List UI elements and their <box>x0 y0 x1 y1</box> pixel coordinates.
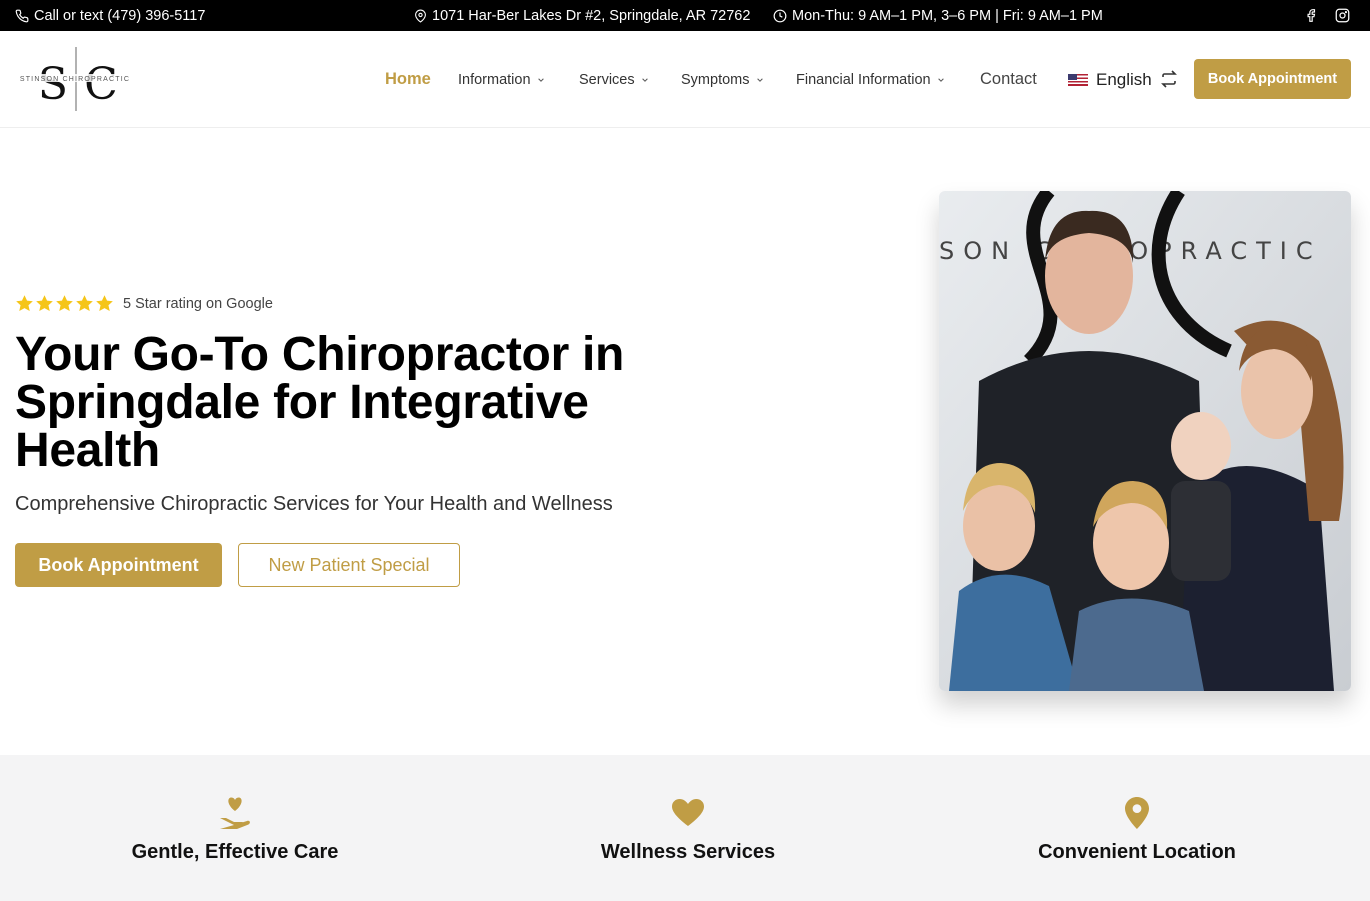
logo-letter-s: S <box>38 59 68 110</box>
feature-title: Gentle, Effective Care <box>131 841 339 863</box>
nav-services-label: Services <box>579 71 635 88</box>
star-rating <box>15 294 114 313</box>
nav-financial-information[interactable]: Financial Information <box>796 31 945 128</box>
feature-title: Convenient Location <box>1038 841 1236 863</box>
hero-subtitle: Comprehensive Chiropractic Services for … <box>15 493 613 515</box>
topbar-hours-text: Mon-Thu: 9 AM–1 PM, 3–6 PM | Fri: 9 AM–1… <box>792 7 1103 24</box>
hand-heart-icon <box>217 795 253 831</box>
topbar-hours: Mon-Thu: 9 AM–1 PM, 3–6 PM | Fri: 9 AM–1… <box>773 0 1103 31</box>
chevron-down-icon <box>537 77 544 82</box>
nav-contact[interactable]: Contact <box>980 31 1037 128</box>
header-cta-label: Book Appointment <box>1207 71 1338 87</box>
nav-home-label: Home <box>385 70 431 88</box>
logo-letter-c: C <box>84 59 118 110</box>
language-label: English <box>1096 69 1152 89</box>
star-icon <box>56 295 73 312</box>
chevron-down-icon <box>937 77 944 82</box>
star-icon <box>36 295 53 312</box>
header-book-appointment-button[interactable]: Book Appointment <box>1194 59 1351 99</box>
language-selector[interactable]: English <box>1068 31 1152 128</box>
nav-contact-label: Contact <box>980 70 1037 88</box>
language-swap-icon[interactable] <box>1161 70 1177 88</box>
chevron-down-icon <box>641 77 648 82</box>
nav-information[interactable]: Information <box>458 31 545 128</box>
topbar-address[interactable]: 1071 Har-Ber Lakes Dr #2, Springdale, AR… <box>414 0 750 31</box>
topbar-phone[interactable]: Call or text (479) 396-5117 <box>15 0 205 31</box>
hero-title: Your Go-To Chiropractor in Springdale fo… <box>15 328 625 477</box>
heart-icon <box>670 795 706 831</box>
feature-wellness-services: Wellness Services <box>460 755 916 901</box>
star-icon <box>96 295 113 312</box>
nav-symptoms-label: Symptoms <box>681 71 750 88</box>
phone-icon <box>15 9 29 22</box>
site-header: S C STINSON CHIROPRACTIC Home Informatio… <box>0 31 1370 128</box>
facebook-icon <box>1307 9 1316 22</box>
rating-text: 5 Star rating on Google <box>123 296 273 312</box>
family-photo: SON CHIROPRACTIC <box>939 191 1351 691</box>
top-info-bar: Call or text (479) 396-5117 1071 Har-Ber… <box>0 0 1370 31</box>
star-icon <box>76 295 93 312</box>
facebook-link[interactable] <box>1304 0 1318 31</box>
book-appointment-button[interactable]: Book Appointment <box>15 543 222 587</box>
nav-information-label: Information <box>458 71 531 88</box>
instagram-icon <box>1335 8 1350 23</box>
nav-services[interactable]: Services <box>579 31 649 128</box>
new-patient-special-button[interactable]: New Patient Special <box>238 543 460 587</box>
star-icon <box>16 295 33 312</box>
features-section: Gentle, Effective Care Wellness Services… <box>0 755 1370 901</box>
nav-financial-label: Financial Information <box>796 71 931 88</box>
feature-title: Wellness Services <box>600 841 776 863</box>
feature-convenient-location: Convenient Location <box>909 755 1365 901</box>
location-pin-icon <box>1119 795 1155 831</box>
topbar-phone-text: Call or text (479) 396-5117 <box>34 7 206 24</box>
book-appointment-label: Book Appointment <box>38 554 199 575</box>
new-patient-special-label: New Patient Special <box>268 554 430 575</box>
map-pin-icon <box>415 9 426 23</box>
site-logo[interactable]: S C STINSON CHIROPRACTIC <box>15 47 135 111</box>
feature-gentle-care: Gentle, Effective Care <box>7 755 463 901</box>
clock-icon <box>773 9 787 22</box>
chevron-down-icon <box>756 77 763 82</box>
logo-text: STINSON CHIROPRACTIC <box>20 76 130 83</box>
topbar-address-text: 1071 Har-Ber Lakes Dr #2, Springdale, AR… <box>432 7 751 24</box>
nav-symptoms[interactable]: Symptoms <box>681 31 764 128</box>
us-flag-icon <box>1068 73 1088 86</box>
instagram-link[interactable] <box>1335 0 1350 31</box>
nav-home[interactable]: Home <box>385 31 431 128</box>
